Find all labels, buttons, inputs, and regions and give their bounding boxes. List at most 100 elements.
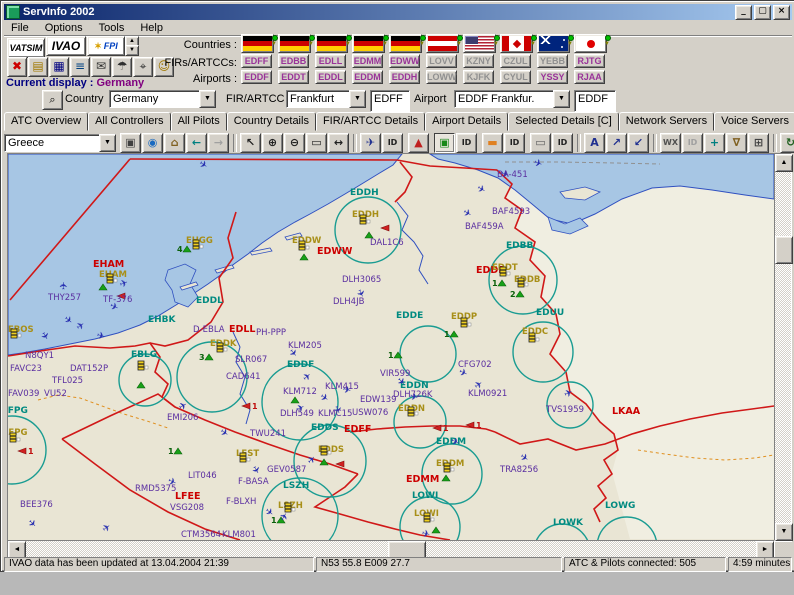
airport-button-eddh[interactable]: EDDH: [389, 70, 420, 84]
airport-button-cyul[interactable]: CYUL: [500, 70, 531, 84]
home-button[interactable]: ⌂: [164, 132, 185, 153]
airport-button-yssy[interactable]: YSSY: [537, 70, 568, 84]
label-size-down-button[interactable]: ↙: [628, 132, 649, 153]
scroll-up-button[interactable]: ▲: [775, 154, 793, 172]
vertical-scroll-thumb[interactable]: [775, 236, 793, 264]
tab-all-controllers[interactable]: All Controllers: [88, 112, 171, 131]
flag-button-germany[interactable]: [278, 34, 311, 53]
aircraft-icon[interactable]: ✈: [59, 282, 70, 290]
toggle-markers-button[interactable]: ▲: [408, 132, 429, 153]
globe-button[interactable]: ◉: [142, 132, 163, 153]
menu-file[interactable]: File: [4, 22, 36, 34]
fir-code-input[interactable]: EDFF: [370, 90, 410, 112]
fir-button-edww[interactable]: EDWW: [389, 54, 420, 68]
flag-button-germany[interactable]: [315, 34, 348, 53]
ids-button[interactable]: ID: [682, 132, 703, 153]
forward-button[interactable]: →: [208, 132, 229, 153]
center-button[interactable]: +: [704, 132, 725, 153]
airport-button-loww[interactable]: LOWW: [426, 70, 457, 84]
fir-button-lovv[interactable]: LOVV: [426, 54, 457, 68]
menu-tools[interactable]: Tools: [92, 22, 132, 34]
title-bar[interactable]: ServInfo 2002 _ ▢ ×: [4, 4, 792, 20]
airport-select[interactable]: EDDF Frankfur. ▼: [454, 90, 570, 108]
pointer-help-button[interactable]: ↖: [240, 132, 261, 153]
back-button[interactable]: ←: [186, 132, 207, 153]
airport-code-input[interactable]: EDDF: [574, 90, 616, 112]
airport-button-eddf[interactable]: EDDF: [241, 70, 272, 84]
data-grid-button[interactable]: ▦: [49, 57, 69, 77]
airport-button-eddm[interactable]: EDDM: [352, 70, 383, 84]
tab-country-details[interactable]: Country Details: [226, 112, 316, 131]
fir-button-edbb[interactable]: EDBB: [278, 54, 309, 68]
measure-button[interactable]: ↔: [328, 132, 349, 153]
airport-button-rjaa[interactable]: RJAA: [574, 70, 605, 84]
close-button[interactable]: ×: [773, 4, 790, 20]
flag-button-austria[interactable]: [426, 34, 459, 53]
tab-all-pilots[interactable]: All Pilots: [170, 112, 227, 131]
toggle-airports-button[interactable]: ▬: [482, 132, 503, 153]
fir-button-edmm[interactable]: EDMM: [352, 54, 383, 68]
spinner-down-button[interactable]: ▼: [125, 45, 139, 56]
refresh-button[interactable]: ↻: [780, 132, 794, 153]
fir-button-edll[interactable]: EDLL: [315, 54, 346, 68]
fpi-button[interactable]: ✶ FPI: [87, 36, 125, 56]
airport-button-kjfk[interactable]: KJFK: [463, 70, 494, 84]
toggle-towers-button[interactable]: ▣: [434, 132, 455, 153]
label-size-button[interactable]: A: [584, 132, 605, 153]
fir-button-kzny[interactable]: KZNY: [463, 54, 494, 68]
filter-button[interactable]: ∇: [726, 132, 747, 153]
toggle-airport-ids-button[interactable]: ID: [504, 132, 525, 153]
fir-button-yebb[interactable]: YEBB: [537, 54, 568, 68]
tab-airport-details[interactable]: Airport Details: [425, 112, 509, 131]
wx-button[interactable]: WX: [660, 132, 681, 153]
fir-button-czul[interactable]: CZUL: [500, 54, 531, 68]
zoom-in-button[interactable]: ⊕: [262, 132, 283, 153]
weather-button[interactable]: ☂: [112, 57, 132, 77]
flag-button-australia[interactable]: [537, 34, 570, 53]
flag-button-usa[interactable]: [463, 34, 496, 53]
country-select[interactable]: Germany ▼: [109, 90, 216, 108]
flag-button-canada[interactable]: [500, 34, 533, 53]
horizontal-scrollbar[interactable]: ◄ ►: [7, 540, 775, 559]
flag-button-germany[interactable]: [241, 34, 274, 53]
toggle-planes-button[interactable]: ✈: [360, 132, 381, 153]
logbook-button[interactable]: ▤: [28, 57, 48, 77]
chevron-down-icon[interactable]: ▼: [199, 90, 216, 108]
map-properties-button[interactable]: ⊞: [748, 132, 769, 153]
disconnect-button[interactable]: ✖: [7, 57, 27, 77]
flag-button-germany[interactable]: [389, 34, 422, 53]
chevron-down-icon[interactable]: ▼: [99, 133, 116, 152]
tab-voice-servers[interactable]: Voice Servers: [714, 112, 794, 131]
zoom-rect-button[interactable]: ▭: [306, 132, 327, 153]
minimize-button[interactable]: _: [735, 4, 752, 20]
search-button[interactable]: ⌕: [42, 90, 63, 110]
vatsim-button[interactable]: VATSIM: [7, 38, 45, 58]
menu-options[interactable]: Options: [38, 22, 90, 34]
ivao-button[interactable]: IVAO: [46, 36, 86, 56]
zoom-out-button[interactable]: ⊖: [284, 132, 305, 153]
flag-button-japan[interactable]: [574, 34, 607, 53]
vertical-scrollbar[interactable]: ▲ ▼: [774, 153, 793, 542]
flag-button-germany[interactable]: [352, 34, 385, 53]
tab-selected-details-c-[interactable]: Selected Details [C]: [508, 112, 619, 131]
tab-network-servers[interactable]: Network Servers: [618, 112, 715, 131]
chevron-down-icon[interactable]: ▼: [349, 90, 366, 108]
scroll-down-button[interactable]: ▼: [775, 523, 793, 541]
toggle-fir-button[interactable]: ▭: [530, 132, 551, 153]
toggle-tower-ids-button[interactable]: ID: [456, 132, 477, 153]
fir-button-edff[interactable]: EDFF: [241, 54, 272, 68]
toggle-fir-ids-button[interactable]: ID: [552, 132, 573, 153]
map-select[interactable]: Greece ▼: [4, 133, 116, 152]
maximize-button[interactable]: ▢: [754, 4, 771, 20]
fir-select[interactable]: Frankfurt ▼: [286, 90, 366, 108]
label-size-up-button[interactable]: ↗: [606, 132, 627, 153]
airport-button-eddt[interactable]: EDDT: [278, 70, 309, 84]
chevron-down-icon[interactable]: ▼: [553, 90, 570, 108]
fit-screen-button[interactable]: ▣: [120, 132, 141, 153]
messages-button[interactable]: ✉: [91, 57, 111, 77]
menu-help[interactable]: Help: [133, 22, 170, 34]
map-canvas[interactable]: EDDH EDBB EDUU EDDE EDDL EHBK EBLG LFPG EDDF EDDS…: [7, 153, 775, 541]
tab-fir-artcc-details[interactable]: FIR/ARTCC Details: [315, 112, 426, 131]
list-view-button[interactable]: ≡: [70, 57, 90, 77]
airport-button-eddl[interactable]: EDDL: [315, 70, 346, 84]
